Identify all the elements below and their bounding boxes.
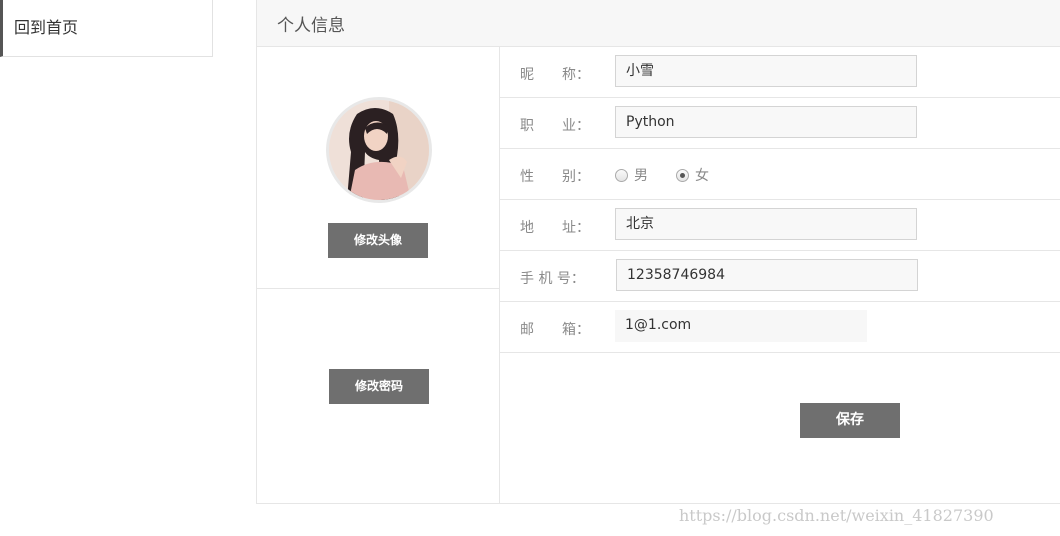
avatar-section: 修改头像 (257, 47, 499, 289)
address-input[interactable]: 北京 (615, 208, 917, 240)
save-button[interactable]: 保存 (800, 403, 900, 438)
gender-male-radio[interactable] (615, 168, 628, 182)
sidebar: 回到首页 (0, 0, 213, 57)
job-input[interactable]: Python (615, 106, 917, 138)
address-row: 地 址： 北京 (500, 200, 1060, 251)
gender-label: 性 别： (520, 169, 590, 185)
email-row: 邮 箱： 1@1.com (500, 302, 1060, 353)
profile-panel: 个人信息 修改头像 修改密码 昵 称： 小雪 职 业： Python 性 别： … (256, 0, 1060, 504)
gender-female-label: 女 (695, 168, 709, 184)
nickname-row: 昵 称： 小雪 (500, 47, 1060, 98)
gender-row: 性 别： 男 女 (500, 149, 1060, 200)
change-avatar-button[interactable]: 修改头像 (328, 223, 428, 258)
gender-female-option[interactable]: 女 (676, 165, 709, 185)
avatar-photo-icon (329, 100, 429, 200)
phone-input[interactable]: 12358746984 (616, 259, 918, 291)
avatar (326, 97, 432, 203)
panel-header: 个人信息 (257, 0, 1060, 47)
nickname-label: 昵 称： (520, 67, 590, 83)
phone-row: 手 机 号： 12358746984 (500, 251, 1060, 302)
watermark: https://blog.csdn.net/weixin_41827390 (679, 506, 994, 525)
job-row: 职 业： Python (500, 98, 1060, 149)
profile-form: 昵 称： 小雪 职 业： Python 性 别： 男 女 地 址： 北京 手 机… (500, 47, 1060, 503)
gender-male-option[interactable]: 男 (615, 165, 648, 185)
change-password-button[interactable]: 修改密码 (329, 369, 429, 404)
phone-label: 手 机 号： (520, 271, 585, 287)
sidebar-item-home[interactable]: 回到首页 (14, 14, 78, 38)
left-column: 修改头像 修改密码 (257, 47, 500, 503)
address-label: 地 址： (520, 220, 590, 236)
gender-male-label: 男 (634, 168, 648, 184)
email-label: 邮 箱： (520, 322, 590, 338)
nickname-input[interactable]: 小雪 (615, 55, 917, 87)
gender-female-radio[interactable] (676, 168, 689, 182)
page-title: 个人信息 (277, 16, 345, 36)
job-label: 职 业： (520, 118, 590, 134)
email-input[interactable]: 1@1.com (615, 310, 867, 342)
